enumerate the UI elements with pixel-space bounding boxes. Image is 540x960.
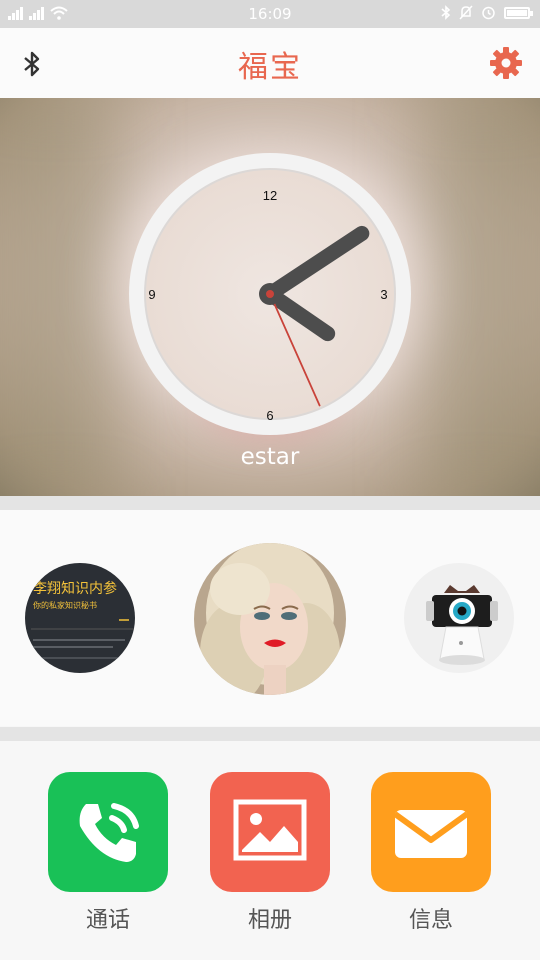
contacts-carousel: 李翔知识内参 你的私家知识秘书 [0,510,540,726]
clock-numeral-12: 12 [263,188,277,203]
app-call-tile[interactable] [48,772,168,892]
contact-book-title: 李翔知识内参 [33,580,117,597]
app-album-label: 相册 [247,908,292,933]
app-message-tile[interactable] [371,772,491,892]
status-right-icons [441,5,533,20]
app-call[interactable]: 通话 [48,772,168,934]
divider [0,496,540,510]
app-album-tile[interactable] [210,772,330,892]
contact-book-subtitle: 你的私家知识秘书 [33,600,97,610]
page-title: 福宝 [238,50,302,85]
status-bar: 16:09 [0,0,540,28]
clock-numeral-3: 3 [380,287,387,302]
clock-panel: 12 3 6 9 estar [0,98,540,496]
app-album[interactable]: 相册 [210,772,330,934]
contact-woman[interactable] [194,543,346,695]
clock-owner-name: estar [240,444,300,470]
app-grid: 通话 相册 信息 [0,741,540,960]
header-bar: 福宝 [0,28,540,99]
gear-icon[interactable] [488,45,524,81]
clock-numeral-9: 9 [148,287,155,302]
app-call-label: 通话 [85,908,130,933]
background-blur [420,98,540,496]
clock-center-dot [266,290,274,298]
battery-icon [504,6,533,19]
mute-icon [459,5,473,20]
photo-icon [233,799,307,861]
app-message-label: 信息 [408,908,453,933]
clock-numeral-6: 6 [266,408,273,423]
divider [0,727,540,741]
contact-robot[interactable] [404,563,514,673]
bluetooth-icon [441,5,451,20]
mail-icon [393,810,469,858]
phone-icon [79,803,139,862]
background-blur [0,98,120,496]
alarm-icon [482,6,495,20]
contact-book[interactable]: 李翔知识内参 你的私家知识秘书 [25,563,135,673]
analog-clock: 12 3 6 9 [129,153,411,435]
app-message[interactable]: 信息 [371,772,491,934]
